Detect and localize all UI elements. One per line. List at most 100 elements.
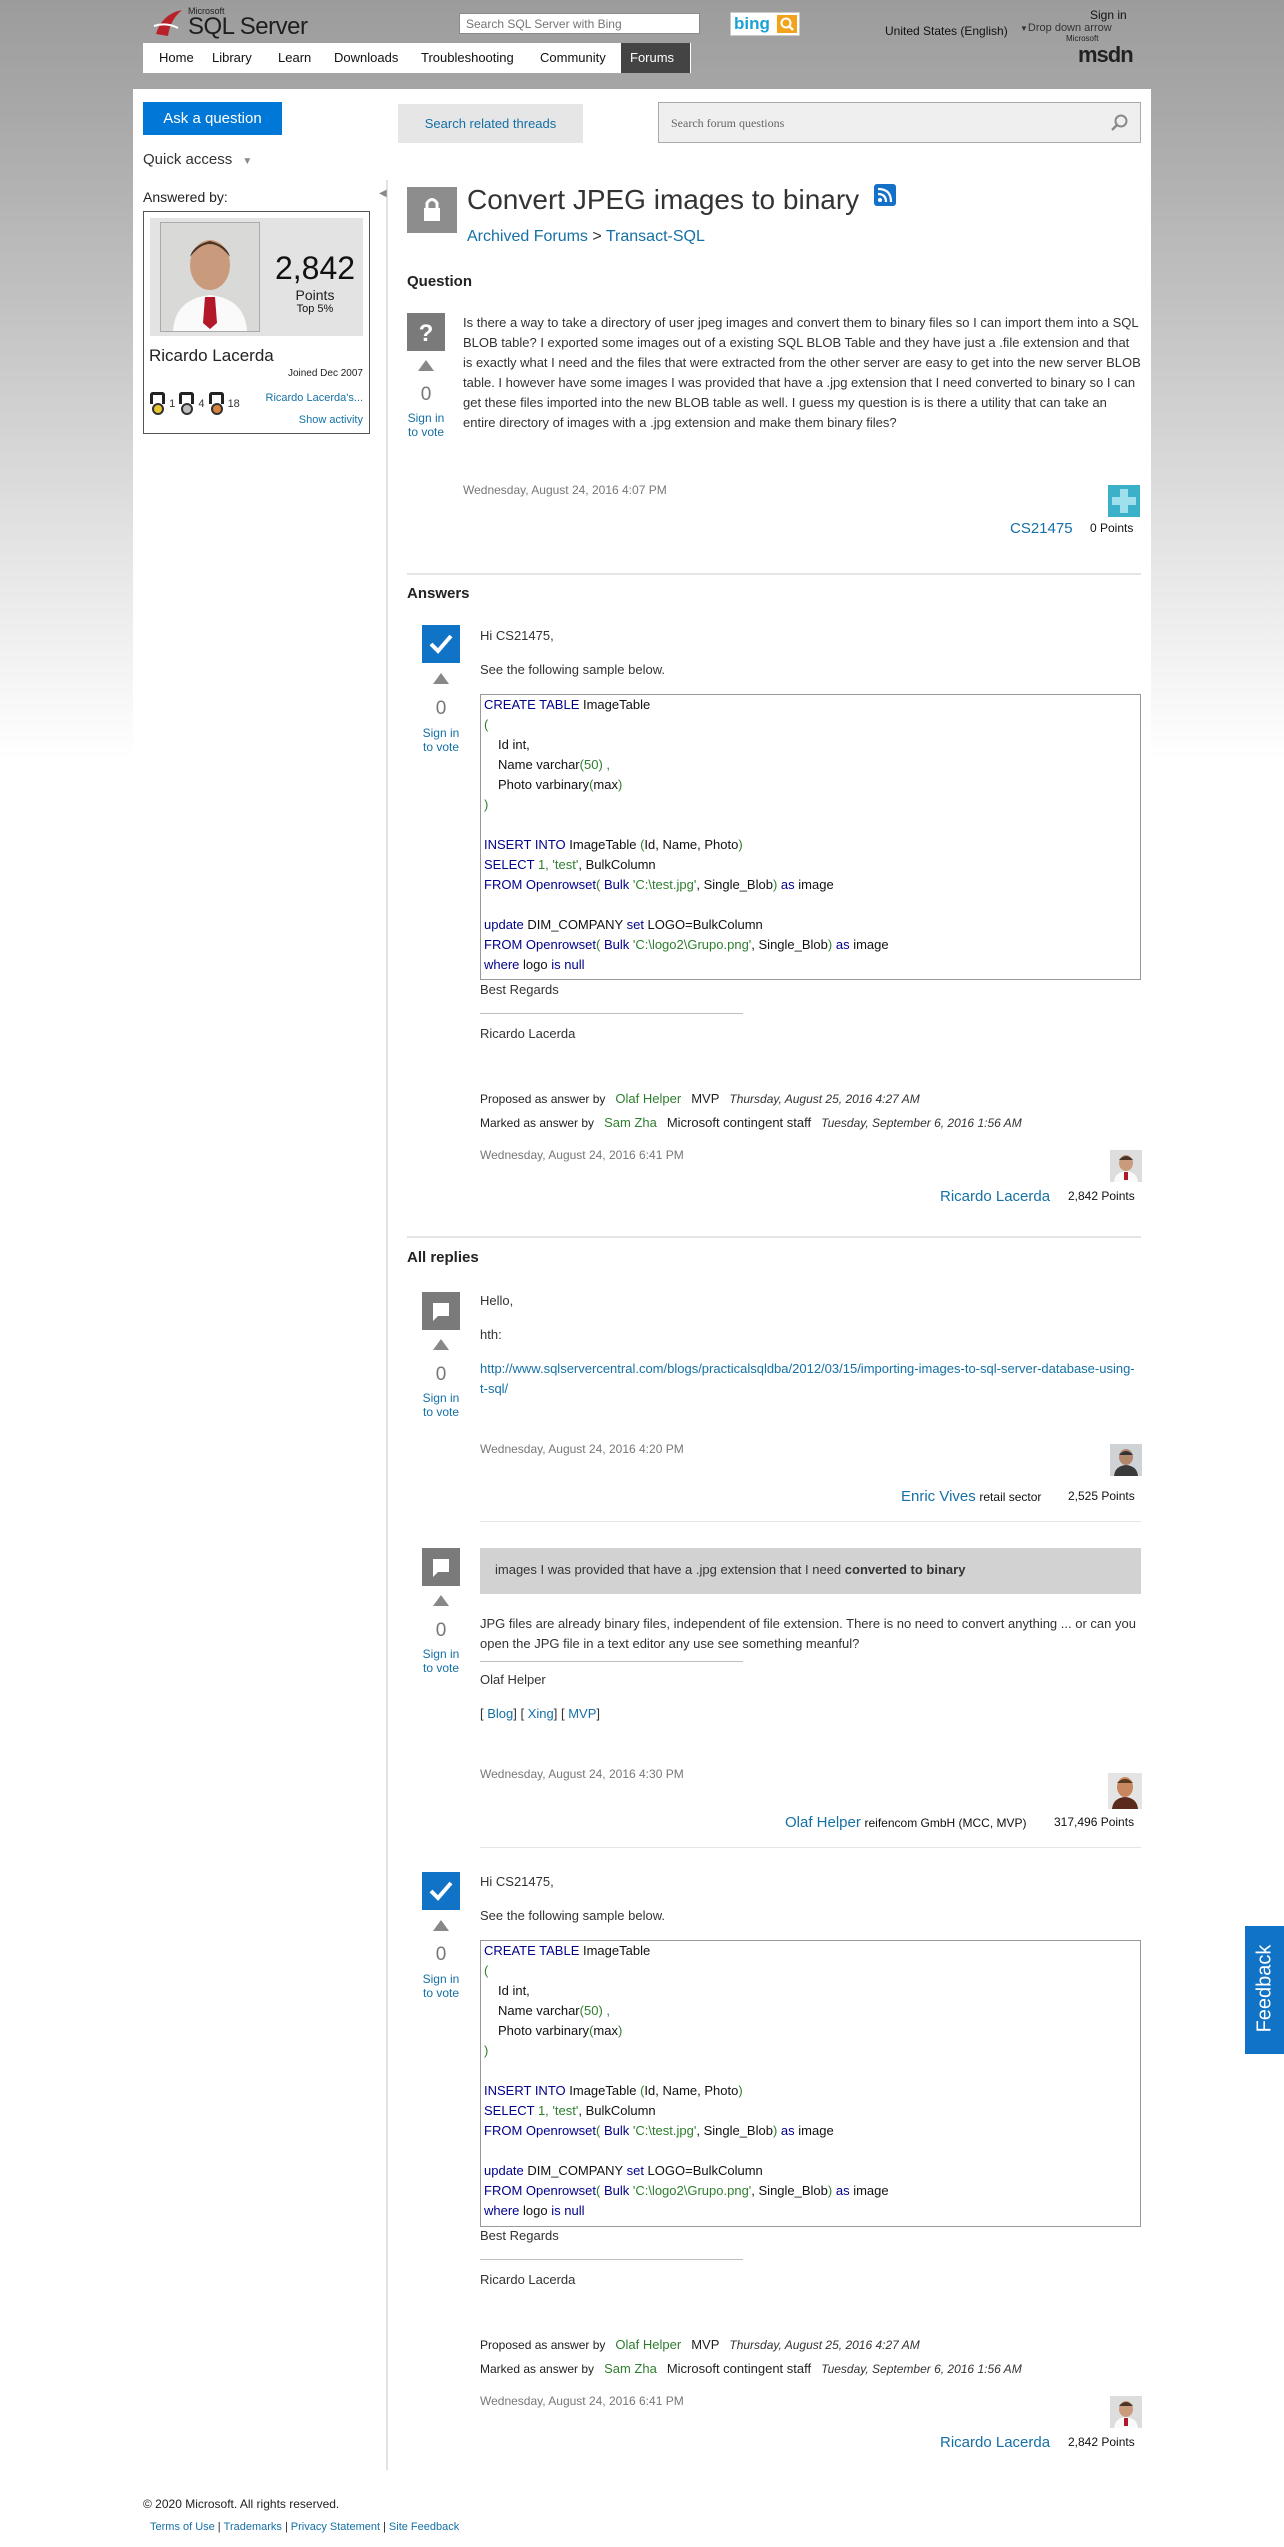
proposed-as-answer: Proposed as answer by Olaf Helper MVP Th…: [480, 1091, 920, 1106]
breadcrumb-separator: >: [587, 228, 606, 245]
footer-trademarks-link[interactable]: Trademarks: [224, 2521, 282, 2533]
question-date: Wednesday, August 24, 2016 4:07 PM: [463, 483, 667, 497]
answerer-medals[interactable]: 1 4 18: [149, 392, 240, 416]
sign-in-to-vote-link[interactable]: Sign in to vote: [422, 726, 460, 754]
question-author-points: 0 Points: [1090, 521, 1134, 535]
nav-troubleshooting[interactable]: Troubleshooting: [412, 43, 523, 73]
locale-selector[interactable]: United States (English): [885, 24, 1008, 38]
answers-section-title: Answers: [407, 585, 470, 602]
footer-privacy-link[interactable]: Privacy Statement: [291, 2521, 380, 2533]
reply-author-block: Enric Vives retail sector: [901, 1488, 1041, 1505]
nav-community[interactable]: Community: [531, 43, 615, 73]
vote-up-icon[interactable]: [433, 1595, 449, 1606]
answer-date: Wednesday, August 24, 2016 6:41 PM: [480, 2394, 684, 2408]
xing-link[interactable]: Xing: [528, 1706, 554, 1721]
proposer-link[interactable]: Olaf Helper: [615, 1091, 681, 1106]
reply-link[interactable]: http://www.sqlservercentral.com/blogs/pr…: [480, 1359, 1141, 1399]
ask-question-button[interactable]: Ask a question: [143, 102, 282, 135]
sql-server-logo[interactable]: Microsoft SQL Server: [152, 4, 322, 42]
bing-search-button[interactable]: bing: [730, 12, 800, 36]
rss-icon[interactable]: [874, 184, 896, 206]
marker-link[interactable]: Sam Zha: [604, 2361, 657, 2376]
search-related-threads-button[interactable]: Search related threads: [398, 104, 583, 143]
question-body: Is there a way to take a directory of us…: [463, 315, 1141, 430]
show-activity-link[interactable]: Show activity: [299, 414, 363, 426]
sign-in-to-vote-link[interactable]: Sign in to vote: [422, 1647, 460, 1675]
footer-terms-link[interactable]: Terms of Use: [150, 2521, 215, 2533]
breadcrumb-transact-sql[interactable]: Transact-SQL: [606, 228, 705, 245]
footer-copyright: © 2020 Microsoft. All rights reserved.: [143, 2497, 340, 2511]
user-avatar-icon[interactable]: [1108, 1773, 1142, 1809]
bronze-medal-icon: [208, 392, 225, 416]
question-icon: ?: [407, 313, 445, 351]
bing-search-input[interactable]: [459, 13, 700, 34]
answer-author[interactable]: Ricardo Lacerda: [940, 1188, 1050, 1205]
sign-in-to-vote-link[interactable]: Sign in to vote: [407, 411, 445, 439]
lock-icon: [407, 187, 457, 233]
reply-greeting: Hello,: [480, 1293, 514, 1308]
reply-icon: [422, 1292, 460, 1330]
proposed-as-answer: Proposed as answer by Olaf Helper MVP Th…: [480, 2337, 920, 2352]
code-block: CREATE TABLE ImageTable ( Id int, Name v…: [480, 1940, 1141, 2227]
breadcrumb-archived-forums[interactable]: Archived Forums: [467, 228, 588, 245]
user-avatar-icon[interactable]: [1110, 1150, 1142, 1182]
question-section-title: Question: [407, 273, 473, 290]
reply-author-block: Olaf Helper reifencom GmbH (MCC, MVP): [785, 1814, 1027, 1831]
vote-up-icon[interactable]: [433, 673, 449, 684]
footer-site-feedback-link[interactable]: Site Feedback: [389, 2521, 459, 2533]
bing-label: bing: [734, 14, 770, 33]
points-label: Points: [295, 287, 335, 303]
breadcrumb: Archived Forums > Transact-SQL: [467, 228, 705, 246]
vote-up-icon[interactable]: [433, 1920, 449, 1931]
collapse-sidebar-icon[interactable]: ◀: [379, 188, 387, 199]
marked-as-answer: Marked as answer by Sam Zha Microsoft co…: [480, 1115, 1022, 1130]
signature-divider: [480, 1661, 743, 1662]
chevron-down-icon[interactable]: ▼Drop down arrow: [1020, 22, 1112, 34]
question-author[interactable]: CS21475: [1010, 520, 1073, 537]
forum-search-input[interactable]: Search forum questions: [658, 102, 1141, 143]
mvp-link[interactable]: MVP: [568, 1706, 596, 1721]
nav-library[interactable]: Library: [203, 43, 261, 73]
reply-author[interactable]: Olaf Helper: [785, 1814, 861, 1831]
nav-home[interactable]: Home: [150, 43, 203, 73]
answerer-joined: Joined Dec 2007: [287, 368, 363, 379]
answerer-card-header: 2,842 Points Top 5%: [150, 218, 363, 336]
forum-search-placeholder: Search forum questions: [671, 116, 785, 130]
answerer-card: 2,842 Points Top 5% Ricardo Lacerda Join…: [143, 211, 370, 434]
user-avatar-icon[interactable]: [1110, 1444, 1142, 1476]
quick-access-label: Quick access: [143, 151, 233, 168]
answer-best-regards: Best Regards: [480, 2228, 559, 2243]
bronze-medal-count: 18: [227, 397, 240, 410]
marker-link[interactable]: Sam Zha: [604, 1115, 657, 1130]
answer-author[interactable]: Ricardo Lacerda: [940, 2434, 1050, 2451]
answer-author-points: 2,842 Points: [1068, 1189, 1135, 1203]
code-block: CREATE TABLE ImageTable ( Id int, Name v…: [480, 694, 1141, 980]
feedback-tab[interactable]: Feedback: [1245, 1926, 1284, 2054]
sign-in-link[interactable]: Sign in: [1090, 8, 1127, 22]
proposer-link[interactable]: Olaf Helper: [615, 2337, 681, 2352]
blog-link[interactable]: Blog: [487, 1706, 513, 1721]
search-icon[interactable]: [1110, 113, 1130, 133]
answer-intro: See the following sample below.: [480, 662, 666, 677]
answer-best-regards: Best Regards: [480, 982, 559, 997]
quick-access-toggle[interactable]: Quick access ▼: [143, 151, 252, 168]
vote-up-icon[interactable]: [433, 1339, 449, 1350]
answer-date: Wednesday, August 24, 2016 6:41 PM: [480, 1148, 684, 1162]
vote-up-icon[interactable]: [418, 360, 434, 371]
user-avatar-icon[interactable]: [1108, 485, 1140, 517]
sign-in-to-vote-link[interactable]: Sign in to vote: [422, 1391, 460, 1419]
nav-learn[interactable]: Learn: [269, 43, 320, 73]
divider: [480, 1847, 1141, 1848]
quoted-text: images I was provided that have a .jpg e…: [480, 1548, 1141, 1594]
sign-in-to-vote-link[interactable]: Sign in to vote: [422, 1972, 460, 2000]
signature-divider: [480, 1013, 743, 1014]
user-avatar-icon[interactable]: [1110, 2396, 1142, 2428]
answer-greeting: Hi CS21475,: [480, 628, 554, 643]
answerer-profile-link[interactable]: Ricardo Lacerda's...: [266, 392, 363, 404]
reply-author[interactable]: Enric Vives: [901, 1488, 976, 1505]
answerer-name[interactable]: Ricardo Lacerda: [149, 346, 274, 366]
msdn-logo[interactable]: msdn: [1078, 42, 1134, 68]
nav-downloads[interactable]: Downloads: [325, 43, 407, 73]
nav-forums[interactable]: Forums: [621, 43, 690, 73]
answerer-avatar[interactable]: [160, 222, 260, 332]
